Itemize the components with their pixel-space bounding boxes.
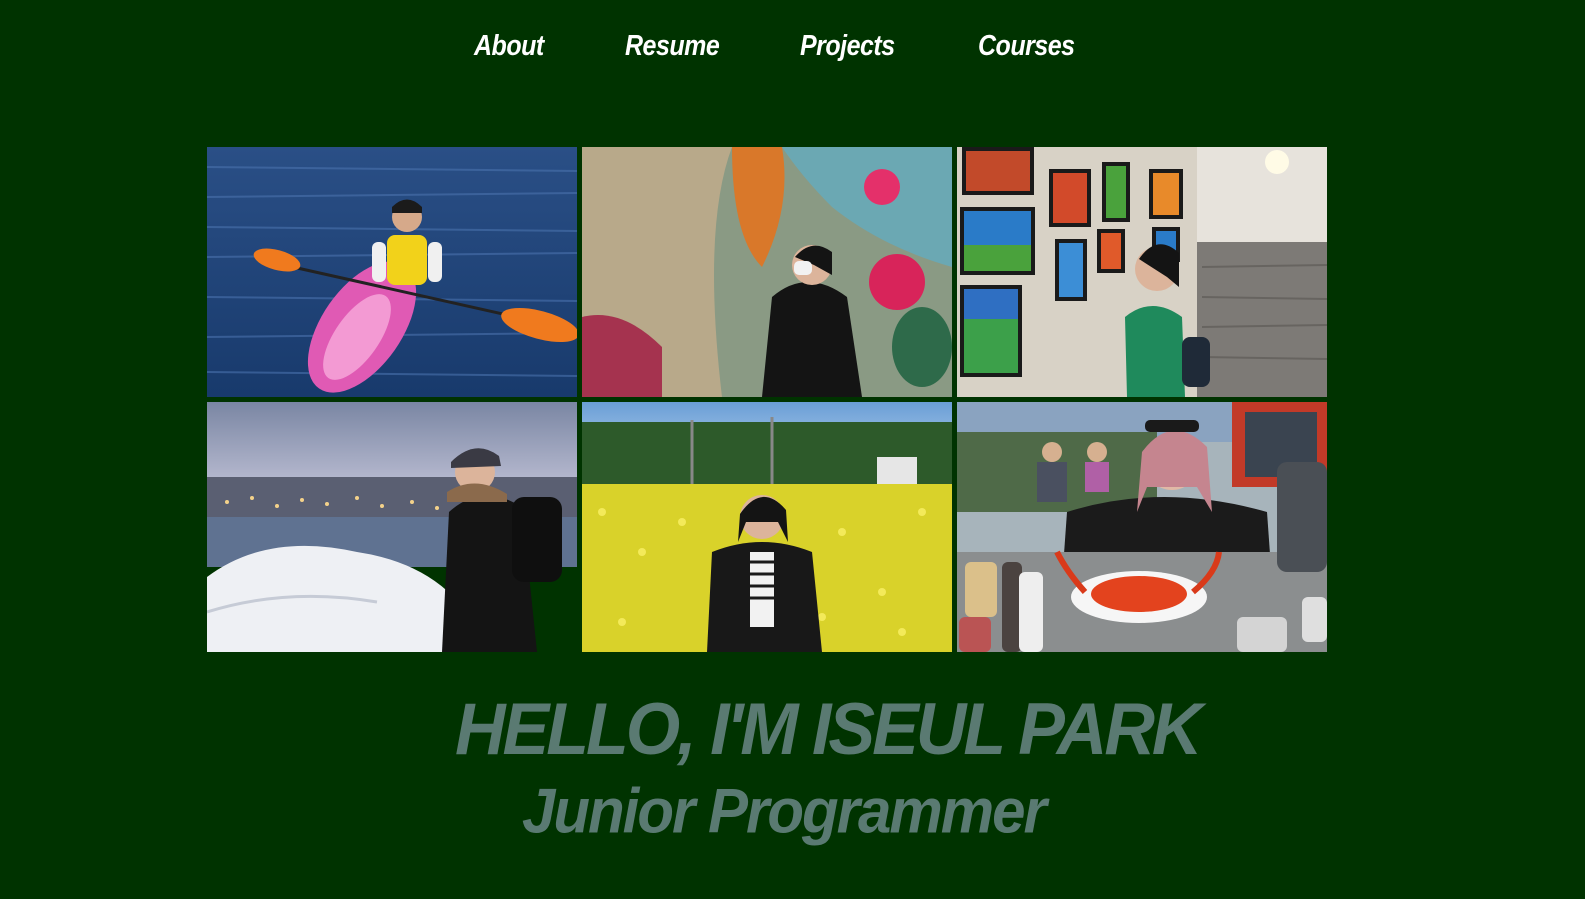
gallery-paintings-photo[interactable] xyxy=(957,147,1327,397)
snowy-harbor-photo-image xyxy=(207,402,577,652)
flower-field-photo[interactable] xyxy=(582,402,952,652)
snowy-harbor-photo[interactable] xyxy=(207,402,577,652)
mural-photo-image xyxy=(582,147,952,397)
hero-subtitle: Junior Programmer xyxy=(522,775,1047,847)
nav-resume-link[interactable]: Resume xyxy=(625,30,720,63)
main-nav: About Resume Projects Courses xyxy=(0,30,1585,72)
kayak-photo-image xyxy=(207,147,577,397)
gallery-paintings-photo-image xyxy=(957,147,1327,397)
kayak-photo[interactable] xyxy=(207,147,577,397)
nav-courses-link[interactable]: Courses xyxy=(978,30,1075,63)
flower-field-photo-image xyxy=(582,402,952,652)
hero-title: HELLO, I'M ISEUL PARK xyxy=(455,687,1202,770)
mural-photo[interactable] xyxy=(582,147,952,397)
nav-projects-link[interactable]: Projects xyxy=(800,30,895,63)
lobster-dinner-photo-image xyxy=(957,402,1327,652)
photo-gallery xyxy=(207,147,1328,653)
lobster-dinner-photo[interactable] xyxy=(957,402,1327,652)
nav-about-link[interactable]: About xyxy=(474,30,544,63)
hero-heading: HELLO, I'M ISEUL PARK Junior Programmer xyxy=(0,690,1585,850)
